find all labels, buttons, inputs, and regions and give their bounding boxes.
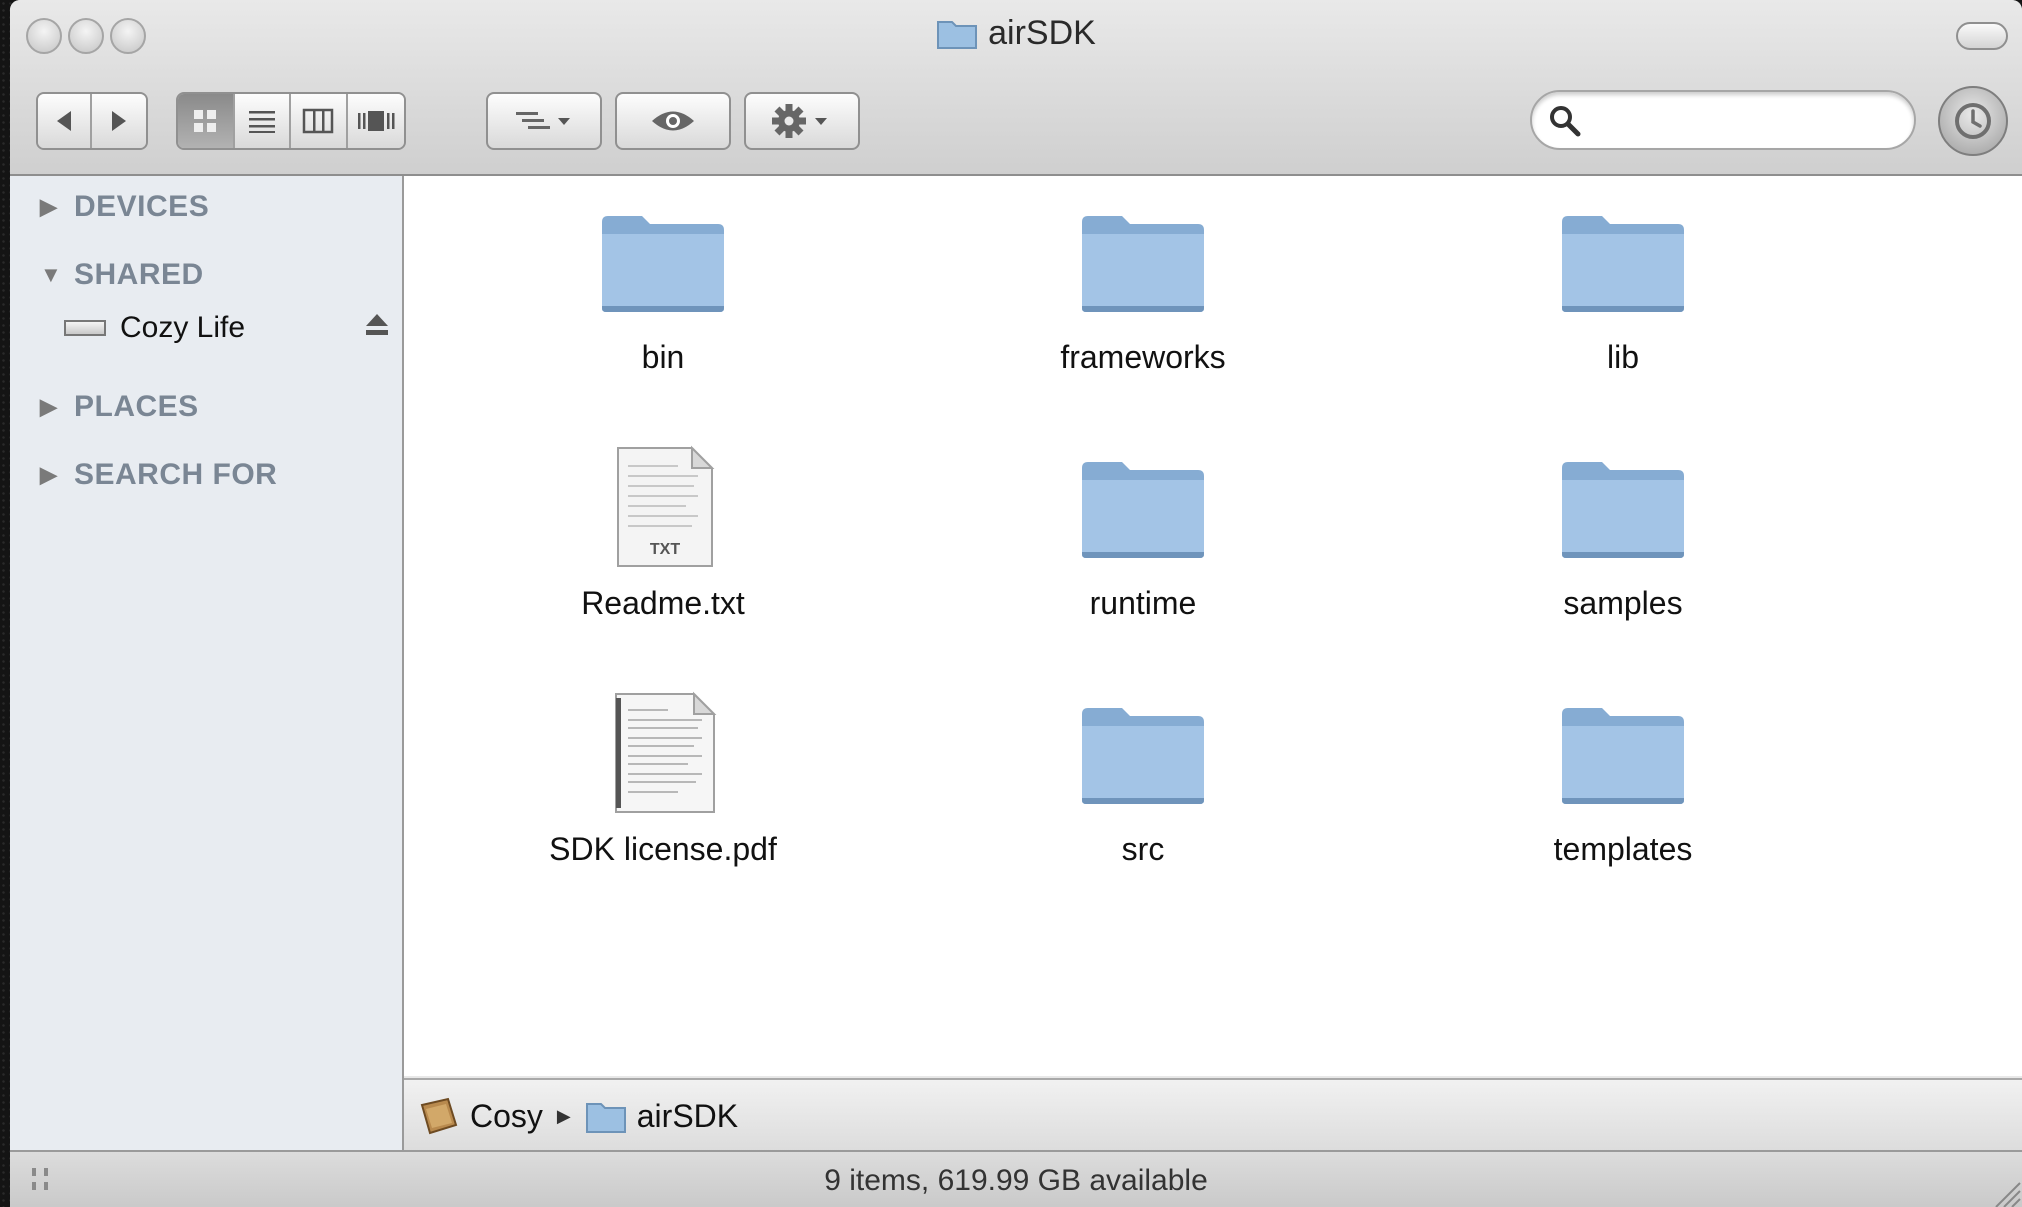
file-name-label: SDK license.pdf (549, 831, 777, 867)
disclosure-collapsed-icon[interactable]: ▶ (40, 394, 62, 420)
folder-item-frameworks[interactable]: frameworks (993, 212, 1293, 376)
sidebar-item-label: Cozy Life (120, 311, 246, 344)
back-arrow-icon (57, 111, 71, 131)
sidebar-section-devices[interactable]: ▶ DEVICES (40, 190, 209, 224)
column-view-button[interactable] (291, 94, 348, 148)
pdf-document-icon (615, 691, 717, 813)
file-icon-grid: bin frameworks lib TXT Readme.txt runtim… (404, 176, 2022, 1076)
quick-look-button[interactable] (615, 92, 731, 150)
eye-icon (652, 111, 694, 131)
disclosure-expanded-icon[interactable]: ▼ (40, 262, 62, 288)
sidebar-resize-grip-icon[interactable] (30, 1166, 66, 1196)
cover-flow-icon (357, 111, 395, 131)
folder-item-bin[interactable]: bin (513, 212, 813, 376)
sidebar-section-shared[interactable]: ▼ SHARED (40, 258, 204, 292)
folder-icon (585, 1103, 626, 1133)
folder-item-src[interactable]: src (993, 704, 1293, 868)
gear-icon (772, 104, 827, 138)
folder-icon (937, 21, 978, 49)
time-machine-button[interactable] (1938, 86, 2008, 156)
window-resize-handle-icon[interactable] (1988, 1175, 2022, 1207)
arrange-button[interactable] (486, 92, 602, 150)
toolbar: airSDK (10, 0, 2022, 176)
network-drive-icon (64, 320, 106, 336)
txt-badge: TXT (650, 541, 680, 558)
status-text: 9 items, 619.99 GB available (824, 1164, 1208, 1197)
eject-icon[interactable] (362, 310, 392, 340)
path-bar: Cosy ▶ airSDK (404, 1078, 2022, 1152)
file-name-label: templates (1553, 831, 1693, 867)
sidebar-section-label: PLACES (74, 390, 199, 423)
folder-icon (1562, 462, 1684, 558)
folder-icon (1082, 708, 1204, 804)
folder-icon (1082, 462, 1204, 558)
arrange-icon (516, 112, 570, 129)
path-separator-icon: ▶ (556, 1105, 571, 1126)
sidebar-section-label: DEVICES (74, 190, 210, 223)
file-name-label: lib (1606, 339, 1639, 375)
folder-icon (1562, 708, 1684, 804)
file-item-readme[interactable]: TXT Readme.txt (513, 444, 813, 622)
search-input[interactable] (1592, 100, 1896, 142)
path-segment-label: airSDK (636, 1097, 739, 1134)
folder-item-templates[interactable]: templates (1473, 704, 1773, 868)
back-forward-control (36, 92, 148, 150)
action-menu-button[interactable] (744, 92, 860, 150)
forward-button[interactable] (92, 94, 146, 148)
search-field[interactable] (1530, 90, 1916, 150)
disclosure-collapsed-icon[interactable]: ▶ (40, 194, 62, 220)
path-segment-airsdk[interactable]: airSDK (585, 1098, 738, 1135)
file-name-label: Readme.txt (581, 585, 745, 621)
column-view-icon (303, 108, 334, 134)
finder-window: airSDK ▶ DEVICES ▼ SHARED Cozy Life ▶ PL… (10, 0, 2022, 1207)
path-segment-label: Cosy (470, 1097, 543, 1134)
file-item-sdk-license[interactable]: SDK license.pdf (513, 690, 813, 868)
toolbar-toggle-button[interactable] (1956, 22, 2008, 50)
window-title: airSDK (10, 14, 2022, 53)
sidebar-section-label: SEARCH FOR (74, 458, 278, 491)
list-view-icon (248, 111, 275, 133)
text-document-icon: TXT (617, 445, 715, 567)
sidebar-section-search-for[interactable]: ▶ SEARCH FOR (40, 458, 277, 492)
search-icon (1550, 106, 1581, 137)
path-segment-cosy[interactable]: Cosy (418, 1095, 543, 1137)
file-name-label: frameworks (1060, 339, 1226, 375)
list-view-button[interactable] (234, 94, 291, 148)
folder-icon (1562, 216, 1684, 312)
sidebar-section-places[interactable]: ▶ PLACES (40, 390, 199, 424)
cover-flow-button[interactable] (347, 94, 404, 148)
file-name-label: runtime (1089, 585, 1197, 621)
icon-view-button[interactable] (178, 94, 235, 148)
folder-item-samples[interactable]: samples (1473, 458, 1773, 622)
folder-icon (1082, 216, 1204, 312)
time-machine-icon (1955, 103, 1991, 139)
sidebar-section-label: SHARED (74, 258, 204, 291)
status-bar: 9 items, 619.99 GB available (10, 1150, 2022, 1207)
back-button[interactable] (38, 94, 93, 148)
folder-item-lib[interactable]: lib (1473, 212, 1773, 376)
file-name-label: samples (1563, 585, 1683, 621)
folder-item-runtime[interactable]: runtime (993, 458, 1293, 622)
window-title-text: airSDK (988, 14, 1096, 52)
forward-arrow-icon (112, 111, 126, 131)
hard-drive-icon (420, 1097, 458, 1135)
file-name-label: bin (641, 339, 685, 375)
view-mode-control (176, 92, 406, 150)
sidebar-item-cozy-life[interactable]: Cozy Life (64, 306, 394, 350)
icon-view-icon (194, 110, 217, 132)
file-name-label: src (1121, 831, 1165, 867)
sidebar: ▶ DEVICES ▼ SHARED Cozy Life ▶ PLACES ▶ … (10, 176, 404, 1150)
disclosure-collapsed-icon[interactable]: ▶ (40, 462, 62, 488)
folder-icon (602, 216, 724, 312)
